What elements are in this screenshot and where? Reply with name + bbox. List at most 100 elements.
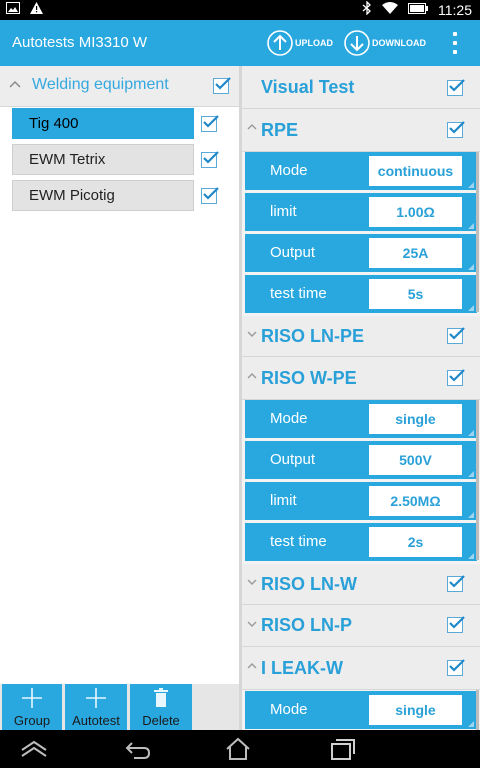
add-group-button[interactable]: Group <box>2 684 62 730</box>
test-checkbox[interactable] <box>447 659 465 676</box>
chevron-down-icon[interactable] <box>247 578 257 589</box>
test-name: RISO LN-PE <box>261 326 365 346</box>
dropdown-corner-icon <box>468 471 474 477</box>
param-label: test time <box>270 285 327 302</box>
test-checkbox[interactable] <box>447 616 465 633</box>
test-name: I LEAK-W <box>261 658 343 678</box>
chevron-up-icon[interactable] <box>247 123 257 134</box>
upload-button[interactable]: UPLOAD <box>266 25 333 61</box>
group-row-welding-equipment[interactable]: Welding equipment <box>0 66 239 107</box>
param-label: limit <box>270 492 297 509</box>
test-row-rpe[interactable]: RPE <box>242 109 480 152</box>
test-row-riso-ln-p[interactable]: RISO LN-P <box>242 605 480 647</box>
test-checkbox[interactable] <box>447 121 465 138</box>
test-name: RISO LN-P <box>261 615 353 635</box>
param-scrollbar[interactable] <box>476 152 479 312</box>
param-row-mode[interactable]: Mode continuous <box>245 152 477 190</box>
param-label: limit <box>270 203 297 220</box>
param-row-mode[interactable]: Mode single <box>245 691 477 729</box>
param-label: Mode <box>270 162 308 179</box>
download-label: DOWNLOAD <box>372 38 426 48</box>
test-checkbox[interactable] <box>447 575 465 592</box>
device-label: Tig 400 <box>29 115 79 132</box>
param-scrollbar[interactable] <box>476 400 479 560</box>
group-button-label: Group <box>13 713 51 728</box>
param-value-select[interactable]: single <box>369 695 462 725</box>
test-row-riso-ln-pe[interactable]: RISO LN-PE <box>242 316 480 357</box>
bluetooth-icon <box>362 0 372 19</box>
device-checkbox-tig-400[interactable] <box>201 115 219 132</box>
wifi-icon <box>382 2 398 18</box>
device-item-ewm-tetrix[interactable]: EWM Tetrix <box>12 144 194 175</box>
device-checkbox-ewm-tetrix[interactable] <box>201 151 219 168</box>
param-row-output[interactable]: Output 500V <box>245 441 477 479</box>
chevron-down-icon[interactable] <box>247 620 257 631</box>
checkmark-icon <box>449 369 465 382</box>
device-item-ewm-picotig[interactable]: EWM Picotig <box>12 180 194 211</box>
param-scrollbar[interactable] <box>476 690 479 730</box>
home-icon[interactable] <box>218 734 258 764</box>
chevron-up-icon[interactable] <box>247 662 257 673</box>
param-value-select[interactable]: 1.00Ω <box>369 197 462 227</box>
param-row-limit[interactable]: limit 2.50MΩ <box>245 482 477 520</box>
test-checkbox[interactable] <box>447 369 465 386</box>
param-row-output[interactable]: Output 25A <box>245 234 477 272</box>
dropdown-corner-icon <box>468 512 474 518</box>
param-row-test-time[interactable]: test time 2s <box>245 523 477 561</box>
param-value-select[interactable]: single <box>369 404 462 434</box>
warning-icon <box>30 2 43 18</box>
app-title: Autotests MI3310 W <box>12 34 148 51</box>
test-checkbox[interactable] <box>447 327 465 344</box>
upload-icon <box>267 30 293 56</box>
bottom-toolbar: Group Autotest Delete <box>0 684 239 730</box>
test-name: RISO LN-W <box>261 574 357 594</box>
add-autotest-button[interactable]: Autotest <box>65 684 127 730</box>
param-value-select[interactable]: 5s <box>369 279 462 309</box>
test-row-i-leak-w[interactable]: I LEAK-W <box>242 647 480 690</box>
back-icon[interactable] <box>118 734 158 764</box>
checkmark-icon <box>203 151 219 164</box>
chevron-up-icon[interactable] <box>9 78 21 92</box>
test-name: RISO W-PE <box>261 368 357 388</box>
download-icon <box>344 30 370 56</box>
test-row-riso-ln-w[interactable]: RISO LN-W <box>242 564 480 605</box>
up-arrow-icon[interactable] <box>14 734 54 764</box>
test-row-visual-test[interactable]: Visual Test <box>242 66 480 109</box>
param-label: Mode <box>270 410 308 427</box>
param-row-mode[interactable]: Mode single <box>245 400 477 438</box>
dropdown-corner-icon <box>468 553 474 559</box>
param-label: Mode <box>270 701 308 718</box>
param-value-select[interactable]: continuous <box>369 156 462 186</box>
device-checkbox-ewm-picotig[interactable] <box>201 187 219 204</box>
param-value-select[interactable]: 500V <box>369 445 462 475</box>
param-value-select[interactable]: 2s <box>369 527 462 557</box>
status-bar: 11:25 <box>0 0 480 20</box>
test-checkbox[interactable] <box>447 79 465 96</box>
dropdown-corner-icon <box>468 223 474 229</box>
chevron-up-icon[interactable] <box>247 372 257 383</box>
download-button[interactable]: DOWNLOAD <box>343 25 426 61</box>
checkmark-icon <box>215 77 231 90</box>
delete-button[interactable]: Delete <box>130 684 192 730</box>
chevron-down-icon[interactable] <box>247 330 257 341</box>
dropdown-corner-icon <box>468 430 474 436</box>
overflow-menu-icon[interactable] <box>446 30 464 56</box>
plus-icon <box>65 686 127 715</box>
checkmark-icon <box>449 575 465 588</box>
param-row-test-time[interactable]: test time 5s <box>245 275 477 313</box>
device-label: EWM Tetrix <box>29 151 106 168</box>
group-checkbox[interactable] <box>213 77 231 94</box>
test-list-pane: Visual Test RPE Mode continuous limit 1.… <box>242 66 480 730</box>
param-value-select[interactable]: 25A <box>369 238 462 268</box>
device-item-tig-400[interactable]: Tig 400 <box>12 108 194 139</box>
dropdown-corner-icon <box>468 182 474 188</box>
dropdown-corner-icon <box>468 305 474 311</box>
group-label: Welding equipment <box>32 76 169 93</box>
checkmark-icon <box>203 187 219 200</box>
test-row-riso-w-pe[interactable]: RISO W-PE <box>242 357 480 400</box>
autotest-button-label: Autotest <box>72 713 120 728</box>
plus-icon <box>2 686 62 715</box>
param-row-limit[interactable]: limit 1.00Ω <box>245 193 477 231</box>
param-value-select[interactable]: 2.50MΩ <box>369 486 462 516</box>
recent-apps-icon[interactable] <box>322 734 362 764</box>
